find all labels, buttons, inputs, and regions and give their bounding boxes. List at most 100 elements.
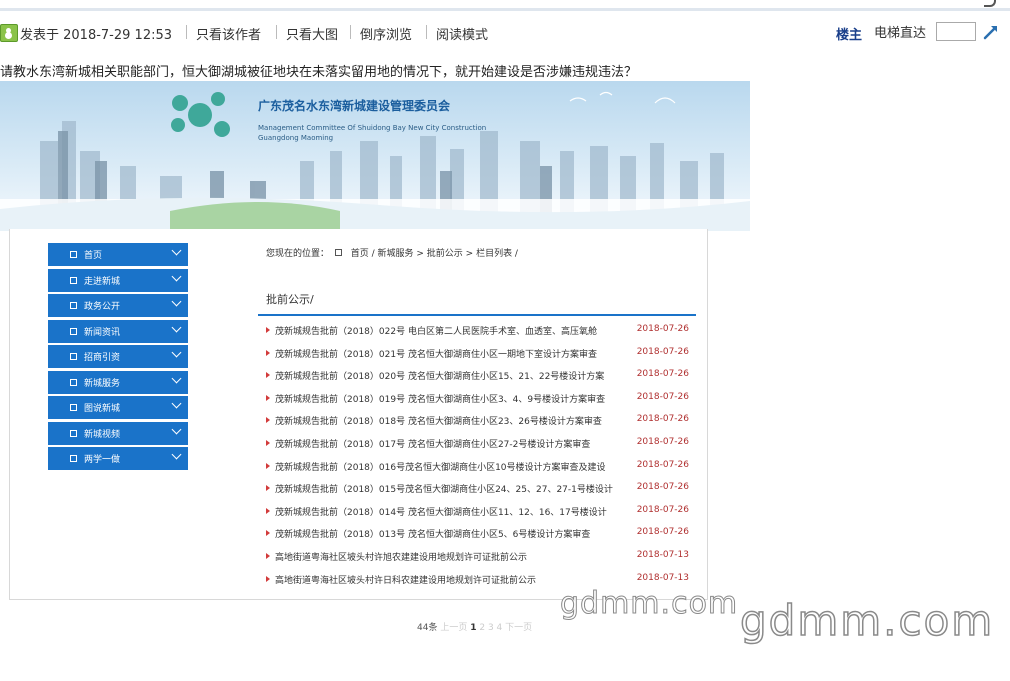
nav-item-label: 新闻资讯: [84, 327, 121, 338]
list-item-title[interactable]: 茂新城规告批前（2018）021号 茂名恒大御湖商住小区一期地下室设计方案审查: [275, 347, 630, 360]
list-item[interactable]: 茂新城规告批前（2018）014号 茂名恒大御湖商住小区11、12、16、17号…: [266, 502, 694, 525]
floor-jump-input[interactable]: [936, 22, 976, 41]
watermark-small: gdmm.com: [559, 586, 739, 622]
list-item-title[interactable]: 茂新城规告批前（2018）020号 茂名恒大御湖商住小区15、21、22号楼设计…: [275, 369, 630, 382]
breadcrumb-prefix: 您现在的位置：: [266, 249, 330, 259]
list-item-title[interactable]: 茂新城规告批前（2018）014号 茂名恒大御湖商住小区11、12、16、17号…: [275, 505, 630, 518]
list-item[interactable]: 茂新城规告批前（2018）015号茂名恒大御湖商住小区24、25、27、27-1…: [266, 479, 694, 502]
square-bullet-icon: [70, 302, 77, 309]
nav-item-home[interactable]: 首页: [48, 243, 188, 266]
total-count: 44条: [417, 623, 438, 633]
triangle-bullet-icon: [266, 394, 270, 401]
org-name-en-line1: Management Committee Of Shuidong Bay New…: [258, 124, 487, 132]
only-images-link[interactable]: 只看大图: [286, 24, 338, 43]
post-date: 发表于 2018-7-29 12:53: [20, 28, 173, 43]
triangle-bullet-icon: [266, 575, 270, 582]
list-item-date: 2018-07-26: [636, 369, 689, 380]
triangle-bullet-icon: [266, 417, 270, 424]
only-author-link[interactable]: 只看该作者: [196, 24, 261, 43]
reverse-order-link[interactable]: 倒序浏览: [360, 24, 412, 43]
list-item-date: 2018-07-26: [636, 459, 689, 470]
list-item[interactable]: 茂新城规告批前（2018）018号 茂名恒大御湖商住小区23、26号楼设计方案审…: [266, 411, 694, 434]
list-item-title[interactable]: 茂新城规告批前（2018）019号 茂名恒大御湖商住小区3、4、9号楼设计方案审…: [275, 392, 630, 405]
nav-item-video[interactable]: 新城视频: [48, 421, 188, 445]
nav-item-label: 图说新城: [84, 404, 121, 414]
current-page[interactable]: 1: [470, 623, 476, 633]
list-item-title[interactable]: 茂新城规告批前（2018）013号 茂名恒大御湖商住小区5、6号楼设计方案审查: [275, 527, 630, 540]
site-banner: 广东茂名水东湾新城建设管理委员会 Management Committee Of…: [0, 81, 750, 231]
triangle-bullet-icon: [266, 552, 270, 559]
list-item-date: 2018-07-13: [636, 549, 689, 560]
nav-item-invest[interactable]: 招商引资: [48, 345, 188, 368]
nav-item-label: 两学一做: [84, 455, 121, 465]
chevron-down-icon: [171, 449, 182, 460]
nav-item-study[interactable]: 两学一做: [48, 447, 188, 470]
chevron-down-icon: [171, 322, 182, 332]
notice-list: 茂新城规告批前（2018）022号 电白区第二人民医院手术室、血透室、高压氧舱 2…: [266, 321, 694, 592]
post-toolbar: 发表于 2018-7-29 12:53 只看该作者 只看大图 倒序浏览 阅读模式…: [0, 22, 1010, 44]
square-bullet-icon: [70, 353, 77, 360]
divider: [186, 25, 187, 39]
org-name-cn: 广东茂名水东湾新城建设管理委员会: [258, 99, 451, 113]
side-nav: 首页 走进新城 政务公开 新闻资讯 招商引资 新城服务 图说新城 新城视频 两学…: [48, 243, 188, 473]
home-icon: [334, 249, 342, 256]
triangle-bullet-icon: [266, 349, 270, 356]
list-item[interactable]: 茂新城规告批前（2018）019号 茂名恒大御湖商住小区3、4、9号楼设计方案审…: [266, 389, 694, 412]
triangle-bullet-icon: [266, 372, 270, 379]
list-item-title[interactable]: 茂新城规告批前（2018）015号茂名恒大御湖商住小区24、25、27、27-1…: [275, 482, 630, 495]
list-item-title[interactable]: 茂新城规告批前（2018）022号 电白区第二人民医院手术室、血透室、高压氧舱: [275, 324, 630, 337]
triangle-bullet-icon: [266, 530, 270, 537]
breadcrumb-home-link[interactable]: 首页: [351, 249, 369, 259]
post-title: 请教水东湾新城相关职能部门，恒大御湖城被征地块在未落实留用地的情况下，就开始建设…: [0, 65, 638, 80]
nav-item-label: 政务公开: [84, 302, 121, 312]
list-item-title[interactable]: 高地街道粤海社区坡头村许日科农建建设用地规划许可证批前公示: [275, 573, 630, 586]
chevron-down-icon: [171, 245, 182, 256]
owner-label[interactable]: 楼主: [836, 24, 862, 43]
next-page-link[interactable]: 下一页: [505, 623, 532, 633]
nav-item-gallery[interactable]: 图说新城: [48, 396, 188, 419]
list-item[interactable]: 茂新城规告批前（2018）020号 茂名恒大御湖商住小区15、21、22号楼设计…: [266, 366, 694, 389]
nav-item-services[interactable]: 新城服务: [48, 370, 188, 394]
list-item[interactable]: 茂新城规告批前（2018）017号 茂名恒大御湖商住小区27-2号楼设计方案审查…: [266, 434, 694, 457]
list-item-date: 2018-07-26: [636, 527, 689, 538]
page-links[interactable]: 2 3 4: [479, 623, 502, 633]
list-item[interactable]: 茂新城规告批前（2018）016号茂名恒大御湖商住小区10号楼设计方案审查及建设…: [266, 457, 694, 480]
list-item-date: 2018-07-26: [636, 414, 689, 425]
section-title: 批前公示/: [266, 293, 314, 306]
section-divider: [258, 314, 696, 316]
nav-item-about[interactable]: 走进新城: [48, 268, 188, 292]
list-item-title[interactable]: 高地街道粤海社区坡头村许旭农建建设用地规划许可证批前公示: [275, 550, 630, 563]
list-item-title[interactable]: 茂新城规告批前（2018）017号 茂名恒大御湖商住小区27-2号楼设计方案审查: [275, 437, 630, 450]
divider: [426, 25, 427, 39]
jump-arrow-icon[interactable]: [982, 23, 1000, 41]
list-item-title[interactable]: 茂新城规告批前（2018）016号茂名恒大御湖商住小区10号楼设计方案审查及建设: [275, 460, 630, 473]
triangle-bullet-icon: [266, 327, 270, 333]
square-bullet-icon: [70, 327, 77, 335]
list-item-date: 2018-07-26: [636, 482, 689, 493]
watermark-large: gdmm.com: [739, 595, 995, 646]
square-bullet-icon: [70, 404, 77, 411]
chevron-down-icon: [171, 347, 182, 358]
floor-jump-label: 电梯直达: [874, 26, 927, 41]
reading-mode-link[interactable]: 阅读模式: [436, 24, 488, 43]
square-bullet-icon: [70, 455, 77, 462]
chevron-down-icon: [171, 373, 182, 383]
list-item[interactable]: 茂新城规告批前（2018）022号 电白区第二人民医院手术室、血透室、高压氧舱 2…: [266, 321, 694, 344]
list-item-date: 2018-07-26: [636, 504, 689, 515]
prev-page-link[interactable]: 上一页: [440, 623, 467, 633]
nav-item-label: 首页: [84, 251, 103, 261]
triangle-bullet-icon: [266, 507, 270, 514]
nav-item-label: 新城服务: [84, 378, 121, 389]
list-item-date: 2018-07-26: [636, 324, 689, 334]
divider: [350, 25, 351, 39]
breadcrumb-path[interactable]: / 新城服务 > 批前公示 > 栏目列表 /: [372, 249, 518, 259]
list-item[interactable]: 茂新城规告批前（2018）013号 茂名恒大御湖商住小区5、6号楼设计方案审查 2…: [266, 524, 694, 547]
breadcrumb: 您现在的位置： 首页 / 新城服务 > 批前公示 > 栏目列表 /: [266, 246, 521, 259]
nav-item-label: 招商引资: [84, 353, 121, 363]
list-item[interactable]: 茂新城规告批前（2018）021号 茂名恒大御湖商住小区一期地下室设计方案审查 2…: [266, 344, 694, 367]
org-name-en: Management Committee Of Shuidong Bay New…: [258, 123, 486, 143]
nav-item-news[interactable]: 新闻资讯: [48, 319, 188, 343]
nav-item-gov[interactable]: 政务公开: [48, 294, 188, 317]
list-item-title[interactable]: 茂新城规告批前（2018）018号 茂名恒大御湖商住小区23、26号楼设计方案审…: [275, 414, 630, 427]
list-item[interactable]: 高地街道粤海社区坡头村许旭农建建设用地规划许可证批前公示 2018-07-13: [266, 547, 694, 570]
